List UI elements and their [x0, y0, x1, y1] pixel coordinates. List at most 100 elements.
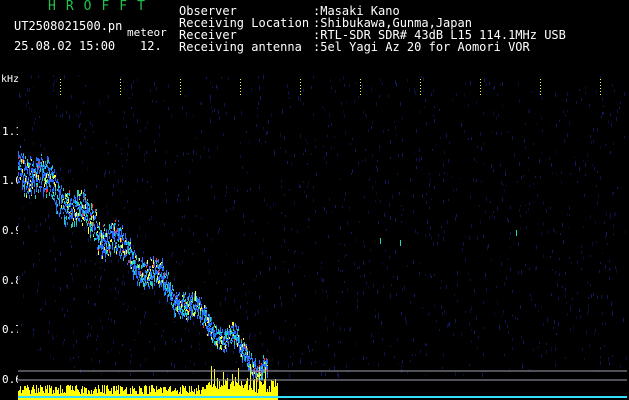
signal-pixel [116, 248, 117, 251]
signal-pixel [133, 257, 134, 259]
noise-pixel [118, 180, 119, 183]
signal-pixel [186, 305, 187, 308]
signal-pixel [216, 338, 217, 340]
signal-pixel [139, 271, 140, 273]
noise-pixel [439, 329, 440, 331]
noise-pixel [306, 195, 307, 198]
noise-pixel [562, 223, 563, 227]
signal-pixel [222, 341, 223, 345]
signal-pixel [32, 185, 33, 187]
noise-pixel [338, 267, 339, 271]
signal-pixel [31, 176, 32, 178]
signal-pixel [23, 179, 24, 182]
signal-pixel [65, 217, 66, 219]
noise-pixel [315, 361, 316, 363]
noise-pixel [460, 178, 461, 180]
signal-pixel [138, 268, 139, 270]
signal-pixel [89, 204, 90, 207]
signal-pixel [172, 299, 173, 301]
amplitude-bar [154, 389, 155, 400]
noise-pixel [58, 212, 59, 216]
signal-pixel [86, 201, 87, 205]
signal-pixel [41, 157, 42, 160]
noise-pixel [258, 102, 259, 105]
signal-pixel [203, 324, 204, 326]
signal-pixel [145, 270, 146, 273]
noise-pixel [290, 106, 291, 108]
signal-pixel [178, 311, 179, 314]
noise-pixel [127, 153, 128, 156]
amplitude-spike [229, 390, 230, 400]
signal-pixel [242, 351, 243, 354]
noise-pixel [285, 215, 286, 217]
noise-pixel [130, 373, 131, 376]
noise-pixel [145, 127, 146, 129]
noise-pixel [115, 297, 116, 300]
signal-pixel [74, 213, 75, 215]
noise-pixel [140, 364, 141, 367]
noise-pixel [260, 332, 261, 334]
noise-pixel [536, 123, 537, 125]
signal-pixel [158, 267, 159, 269]
signal-pixel [30, 180, 31, 182]
noise-pixel [188, 185, 189, 189]
noise-pixel [145, 311, 146, 315]
signal-pixel [201, 304, 202, 307]
noise-pixel [587, 281, 588, 284]
noise-pixel [28, 101, 29, 104]
amplitude-spike [220, 390, 221, 400]
noise-pixel [403, 209, 404, 211]
noise-pixel [217, 87, 218, 90]
amplitude-bar [186, 391, 187, 400]
signal-pixel [220, 327, 221, 329]
noise-pixel [541, 98, 542, 100]
signal-pixel [61, 185, 62, 188]
noise-pixel [56, 105, 57, 109]
tick-dot [480, 94, 481, 95]
signal-pixel [57, 179, 58, 183]
noise-pixel [585, 174, 586, 176]
noise-pixel [154, 82, 155, 86]
noise-pixel [436, 320, 437, 322]
amplitude-bar [135, 391, 136, 400]
noise-pixel [584, 194, 585, 197]
noise-pixel [565, 357, 566, 359]
signal-pixel [134, 264, 135, 268]
noise-pixel [362, 160, 363, 162]
signal-pixel [107, 251, 108, 253]
signal-pixel [203, 310, 204, 313]
noise-pixel [224, 329, 225, 331]
noise-pixel [227, 288, 228, 292]
signal-pixel [160, 265, 161, 269]
signal-pixel [156, 265, 157, 267]
noise-pixel [278, 361, 279, 365]
signal-pixel [52, 195, 53, 199]
noise-pixel [29, 88, 30, 92]
noise-pixel [341, 102, 342, 105]
noise-pixel [456, 188, 457, 191]
noise-pixel [470, 82, 471, 85]
signal-pixel [67, 209, 68, 213]
noise-pixel [211, 106, 212, 109]
noise-pixel [106, 205, 107, 208]
noise-pixel [349, 206, 350, 210]
amplitude-bar [88, 390, 89, 400]
signal-pixel [43, 174, 44, 178]
signal-pixel [264, 362, 265, 364]
signal-pixel [80, 201, 81, 204]
signal-pixel [84, 193, 85, 197]
signal-pixel [32, 164, 33, 166]
noise-pixel [96, 254, 97, 256]
signal-pixel [252, 372, 253, 375]
signal-pixel [126, 254, 127, 256]
noise-pixel [53, 338, 54, 340]
signal-pixel [200, 308, 201, 311]
signal-pixel [90, 218, 91, 220]
signal-pixel [224, 346, 225, 348]
noise-pixel [234, 200, 235, 204]
tick-dot [480, 88, 481, 89]
noise-pixel [263, 75, 264, 79]
noise-pixel [153, 372, 154, 376]
noise-pixel [200, 102, 201, 105]
signal-pixel [211, 328, 212, 330]
